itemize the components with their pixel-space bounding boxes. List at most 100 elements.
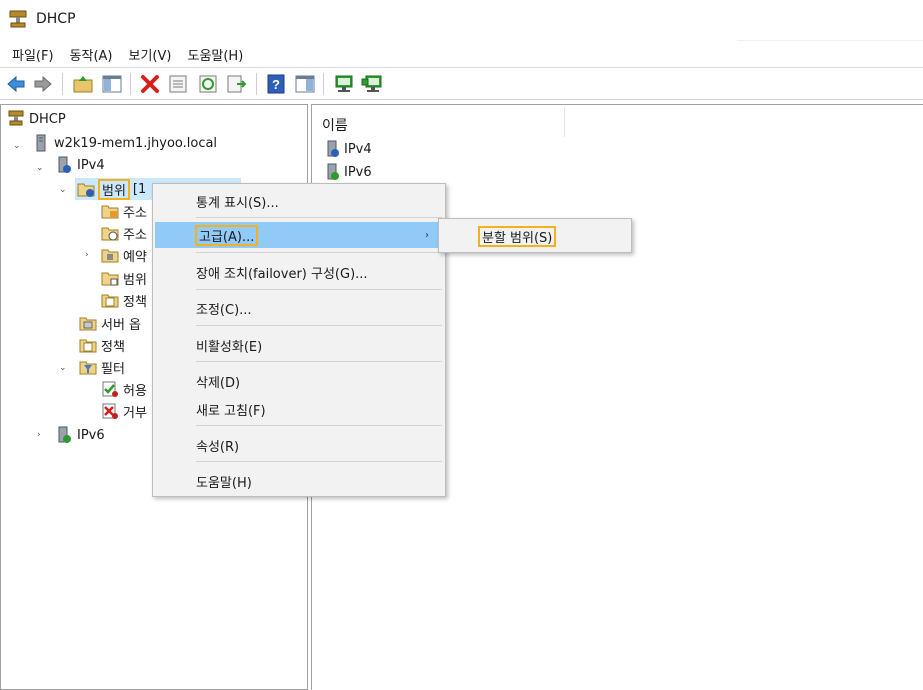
show-action-pane-icon[interactable] — [294, 73, 316, 95]
menu-view[interactable]: 보기(V) — [121, 41, 180, 67]
server-icon — [36, 134, 46, 152]
properties-icon[interactable] — [167, 73, 189, 95]
list-item-label: IPv4 — [344, 141, 372, 157]
dhcp-app-icon — [9, 10, 27, 28]
delete-icon[interactable] — [139, 73, 161, 95]
submenu-arrow-icon: › — [425, 229, 429, 241]
collapse-chevron-icon[interactable]: ⌄ — [59, 185, 69, 195]
menu-item-delete[interactable]: 삭제(D) — [153, 368, 445, 394]
menu-item-label: 삭제(D) — [196, 375, 241, 391]
scope-options-icon — [101, 272, 119, 286]
menu-item-show-statistics[interactable]: 통계 표시(S)... — [153, 188, 445, 214]
expand-chevron-icon[interactable]: › — [85, 250, 95, 260]
menu-item-label: 조정(C)... — [196, 302, 252, 318]
up-folder-icon[interactable] — [72, 73, 94, 95]
title-bar: DHCP — [0, 0, 923, 41]
tree-node-server[interactable]: w2k19-mem1.jhyoo.local — [32, 132, 217, 154]
menu-item-reconcile[interactable]: 조정(C)... — [153, 295, 445, 321]
tree-label: 주소 — [123, 227, 147, 243]
menu-separator — [196, 289, 442, 290]
menu-item-advanced[interactable]: 고급(A)... › — [155, 222, 443, 248]
collapse-chevron-icon[interactable]: ⌄ — [36, 163, 46, 173]
tree-node-allow[interactable]: 허용 — [101, 378, 147, 400]
column-divider[interactable] — [564, 107, 565, 137]
scope-folder-icon — [77, 183, 95, 197]
tree-label: 허용 — [123, 383, 147, 399]
toolbar-separator — [62, 73, 63, 95]
list-item-label: IPv6 — [344, 164, 372, 180]
show-hide-tree-icon[interactable] — [101, 73, 123, 95]
menu-item-refresh[interactable]: 새로 고침(F) — [153, 396, 445, 422]
address-leases-icon — [101, 227, 119, 241]
tree-node-filters[interactable]: 필터 — [79, 356, 125, 378]
back-icon[interactable] — [5, 73, 27, 95]
tree-node-server-options[interactable]: 서버 옵 — [79, 312, 141, 334]
menu-item-label: 통계 표시(S)... — [196, 195, 279, 211]
tree-label: 필터 — [101, 361, 125, 377]
svg-text:?: ? — [272, 77, 280, 92]
menu-item-label: 비활성화(E) — [196, 339, 263, 355]
export-list-icon[interactable] — [225, 73, 247, 95]
tree-label: 정책 — [123, 294, 147, 310]
tree-node-scope-options[interactable]: 범위 — [101, 267, 147, 289]
expand-chevron-icon[interactable]: › — [37, 430, 47, 440]
menu-item-help[interactable]: 도움말(H) — [153, 468, 445, 494]
menu-help[interactable]: 도움말(H) — [179, 41, 251, 67]
tree-node-address-pool[interactable]: 주소 — [101, 200, 147, 222]
toolbar-separator — [256, 73, 257, 95]
toolbar-separator — [323, 73, 324, 95]
ipv6-icon — [327, 163, 339, 180]
window-title: DHCP — [36, 11, 76, 27]
tree-node-reservations[interactable]: 예약 — [101, 244, 147, 266]
menu-item-configure-failover[interactable]: 장애 조치(failover) 구성(G)... — [153, 259, 445, 285]
menu-item-label: 장애 조치(failover) 구성(G)... — [196, 266, 368, 282]
tree-label: 서버 옵 — [101, 317, 142, 333]
menu-separator — [196, 217, 442, 218]
list-item-ipv6[interactable]: IPv6 — [324, 163, 372, 181]
advanced-label-highlighted: 고급(A)... — [194, 224, 259, 246]
menu-item-label: 도움말(H) — [196, 475, 252, 491]
tree-node-dhcp[interactable]: DHCP — [7, 108, 66, 130]
server-icon[interactable] — [333, 73, 355, 95]
menu-item-deactivate[interactable]: 비활성화(E) — [153, 332, 445, 358]
menu-file[interactable]: 파일(F) — [4, 41, 62, 67]
tree-node-scope[interactable]: 범위 [1 — [77, 178, 146, 200]
tree-label: 예약 — [123, 249, 147, 265]
menu-item-label: 속성(R) — [196, 439, 240, 455]
tree-node-deny[interactable]: 거부 — [101, 400, 147, 422]
tree-node-scope-policies[interactable]: 정책 — [101, 289, 147, 311]
policies-icon — [79, 339, 97, 353]
menu-item-split-scope[interactable]: 분할 범위(S) — [439, 223, 631, 249]
policies-icon — [101, 294, 119, 308]
help-icon[interactable]: ? — [265, 73, 287, 95]
menu-bar: 파일(F) 동작(A) 보기(V) 도움말(H) — [0, 41, 923, 67]
server-options-icon — [79, 317, 97, 331]
menu-item-properties[interactable]: 속성(R) — [153, 432, 445, 458]
toolbar: ? — [0, 67, 923, 100]
menu-action[interactable]: 동작(A) — [62, 41, 121, 67]
dhcp-root-icon — [8, 110, 24, 126]
tree-node-ipv4[interactable]: IPv4 — [55, 154, 105, 176]
tree-label: 거부 — [123, 405, 147, 421]
menu-item-label: 새로 고침(F) — [196, 403, 266, 419]
collapse-chevron-icon[interactable]: ⌄ — [13, 141, 23, 151]
filter-icon — [79, 361, 97, 375]
add-server-icon[interactable] — [361, 73, 383, 95]
forward-icon[interactable] — [32, 73, 54, 95]
context-menu: 통계 표시(S)... 고급(A)... › 장애 조치(failover) 구… — [152, 183, 446, 497]
tree-label: 범위 — [123, 272, 147, 288]
tree-node-ipv6[interactable]: IPv6 — [55, 424, 105, 446]
ipv6-icon — [58, 426, 71, 443]
toolbar-separator — [130, 73, 131, 95]
advanced-submenu: 분할 범위(S) — [438, 218, 632, 253]
tree-node-address-leases[interactable]: 주소 — [101, 222, 147, 244]
list-item-ipv4[interactable]: IPv4 — [324, 140, 372, 158]
collapse-chevron-icon[interactable]: ⌄ — [59, 363, 69, 373]
tree-label: 주소 — [123, 205, 147, 221]
column-header-name[interactable]: 이름 — [322, 115, 348, 135]
menu-separator — [196, 461, 442, 462]
refresh-icon[interactable] — [197, 73, 219, 95]
ipv4-icon — [58, 156, 71, 173]
reservations-icon — [101, 249, 119, 263]
tree-node-policies[interactable]: 정책 — [79, 334, 125, 356]
